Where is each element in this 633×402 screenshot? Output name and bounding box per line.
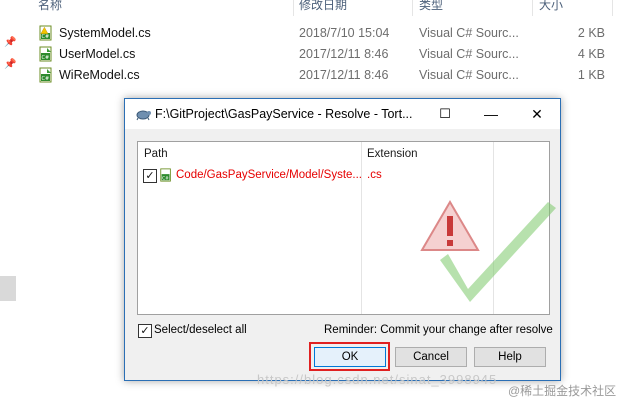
reminder-text: Reminder: Commit your change after resol… [324, 324, 553, 336]
file-row[interactable]: C# UserModel.cs 2017/12/11 8:46 Visual C… [38, 44, 633, 64]
column-divider[interactable] [612, 0, 613, 16]
csharp-file-icon: C# [160, 168, 171, 182]
file-name: UserModel.cs [59, 47, 136, 61]
maximize-icon[interactable]: ☐ [422, 99, 468, 129]
dialog-titlebar[interactable]: F:\GitProject\GasPayService - Resolve - … [125, 99, 560, 129]
svg-text:C#: C# [42, 34, 50, 40]
file-date: 2018/7/10 15:04 [299, 26, 390, 40]
file-type: Visual C# Sourc... [419, 26, 519, 40]
file-row[interactable]: C# SystemModel.cs 2018/7/10 15:04 Visual… [38, 23, 633, 43]
file-size: 1 KB [577, 68, 605, 82]
blog-watermark: https://blog.csdn.net/sinat_3998945 [257, 372, 498, 387]
column-header-type[interactable]: 类型 [419, 0, 443, 14]
file-type: Visual C# Sourc... [419, 68, 519, 82]
pin-icon[interactable]: 📌 [4, 60, 16, 70]
column-divider[interactable] [412, 0, 413, 16]
column-divider[interactable] [293, 0, 294, 16]
conflict-file-extension: .cs [367, 169, 382, 181]
tortoise-icon [136, 110, 151, 121]
csharp-conflict-file-icon: C# [39, 25, 52, 41]
file-size: 4 KB [577, 47, 605, 61]
column-header-name[interactable]: 名称 [38, 0, 62, 14]
file-size: 2 KB [577, 26, 605, 40]
dialog-title: F:\GitProject\GasPayService - Resolve - … [155, 107, 413, 121]
list-header: Path Extension [138, 142, 549, 166]
column-header-extension[interactable]: Extension [367, 148, 418, 160]
svg-text:C#: C# [42, 55, 50, 61]
column-header-size[interactable]: 大小 [539, 0, 563, 14]
close-icon[interactable]: ✕ [514, 99, 560, 129]
csharp-file-icon: C# [39, 67, 52, 83]
navigation-selected-item[interactable] [0, 276, 16, 301]
conflict-file-list[interactable]: Path Extension ✓ C# Code/GasPayService/M… [137, 141, 556, 315]
cancel-button[interactable]: Cancel [395, 347, 467, 367]
pin-icon[interactable]: 📌 [4, 38, 16, 48]
navigation-pane-strip: 📌 📌 [0, 0, 20, 402]
checkbox-checked-icon[interactable]: ✓ [138, 324, 152, 338]
select-all-label: Select/deselect all [154, 324, 247, 336]
csharp-file-icon: C# [39, 46, 52, 62]
list-item[interactable]: ✓ C# Code/GasPayService/Model/Syste... .… [138, 167, 549, 185]
file-date: 2017/12/11 8:46 [299, 68, 389, 82]
item-checkbox[interactable]: ✓ [143, 169, 157, 183]
ok-button-highlight [309, 342, 390, 371]
file-type: Visual C# Sourc... [419, 47, 519, 61]
select-all-checkbox[interactable]: ✓ Select/deselect all [138, 323, 258, 339]
site-watermark: @稀土掘金技术社区 [508, 384, 617, 398]
file-row[interactable]: C# WiReModel.cs 2017/12/11 8:46 Visual C… [38, 65, 633, 85]
column-header-date[interactable]: 修改日期 [299, 0, 347, 14]
file-date: 2017/12/11 8:46 [299, 47, 389, 61]
column-divider[interactable] [532, 0, 533, 16]
column-header-path[interactable]: Path [144, 148, 168, 160]
resolve-dialog: F:\GitProject\GasPayService - Resolve - … [124, 98, 561, 381]
help-button[interactable]: Help [474, 347, 546, 367]
conflict-file-path: Code/GasPayService/Model/Syste... [176, 169, 362, 181]
file-name: WiReModel.cs [59, 68, 140, 82]
file-name: SystemModel.cs [59, 26, 151, 40]
svg-text:C#: C# [162, 175, 169, 181]
tortoise-overlay-watermark-icon [420, 200, 556, 302]
svg-text:C#: C# [42, 76, 50, 82]
